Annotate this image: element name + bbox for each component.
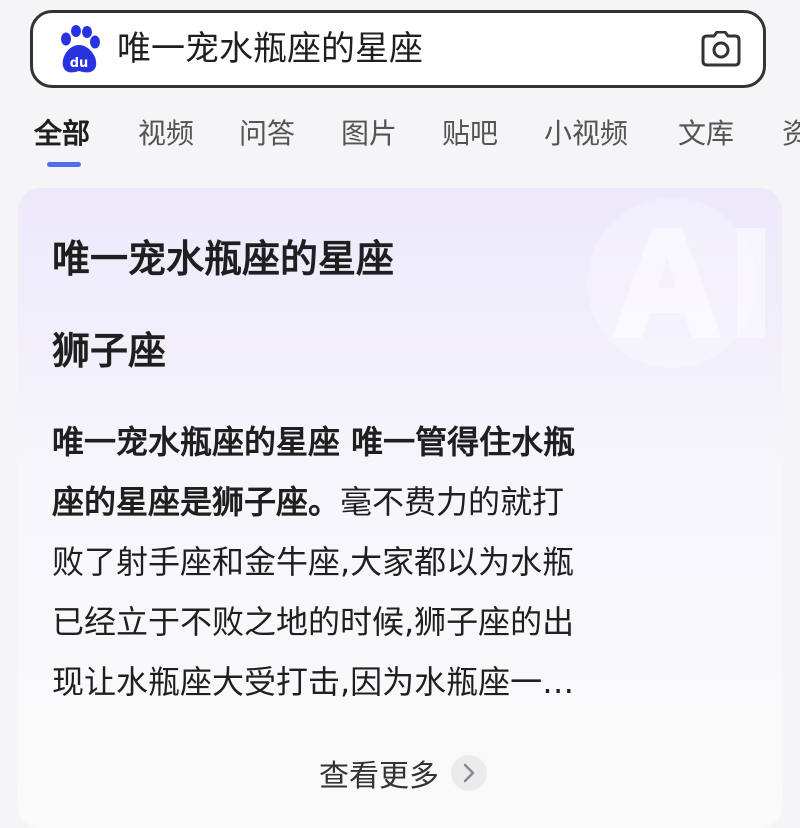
see-more-label: 查看更多 bbox=[319, 759, 439, 794]
tab-short-video[interactable]: 小视频 bbox=[544, 112, 628, 152]
summary-line: 现让水瓶座大受打击,因为水瓶座一… bbox=[52, 663, 575, 701]
see-more-button[interactable]: 查看更多 bbox=[18, 748, 782, 798]
tab-qa[interactable]: 问答 bbox=[239, 112, 295, 152]
ai-watermark-icon bbox=[587, 198, 765, 368]
baidu-logo-icon: du bbox=[61, 25, 100, 73]
tab-video[interactable]: 视频 bbox=[138, 112, 194, 152]
chevron-right-icon bbox=[451, 755, 487, 791]
card-answer: 狮子座 bbox=[52, 329, 167, 373]
tab-tieba[interactable]: 贴吧 bbox=[442, 112, 498, 152]
card-summary: 唯一宠水瓶座的星座 唯一管得住水瓶 座的星座是狮子座。毫不费力的就打 败了射手座… bbox=[52, 412, 752, 712]
summary-line: 已经立于不败之地的时候,狮子座的出 bbox=[52, 603, 575, 641]
search-bar[interactable]: du 唯一宠水瓶座的星座 bbox=[30, 10, 766, 88]
active-tab-indicator bbox=[47, 162, 81, 167]
summary-line: 败了射手座和金牛座,大家都以为水瓶 bbox=[52, 543, 575, 581]
ai-answer-card: 唯一宠水瓶座的星座 狮子座 唯一宠水瓶座的星座 唯一管得住水瓶 座的星座是狮子座… bbox=[18, 188, 782, 828]
search-input[interactable]: 唯一宠水瓶座的星座 bbox=[117, 13, 423, 85]
tab-images[interactable]: 图片 bbox=[341, 112, 397, 152]
logo-text: du bbox=[70, 56, 89, 71]
tab-bar: 全部 视频 问答 图片 贴吧 小视频 文库 资 bbox=[0, 100, 800, 172]
tab-more-partial[interactable]: 资 bbox=[782, 112, 800, 152]
tab-all[interactable]: 全部 bbox=[34, 112, 90, 152]
summary-line: 座的星座是狮子座。毫不费力的就打 bbox=[52, 483, 565, 521]
tab-wenku[interactable]: 文库 bbox=[678, 112, 734, 152]
camera-icon[interactable] bbox=[701, 31, 741, 67]
card-title: 唯一宠水瓶座的星座 bbox=[52, 237, 395, 281]
summary-line: 唯一宠水瓶座的星座 唯一管得住水瓶 bbox=[52, 423, 576, 461]
